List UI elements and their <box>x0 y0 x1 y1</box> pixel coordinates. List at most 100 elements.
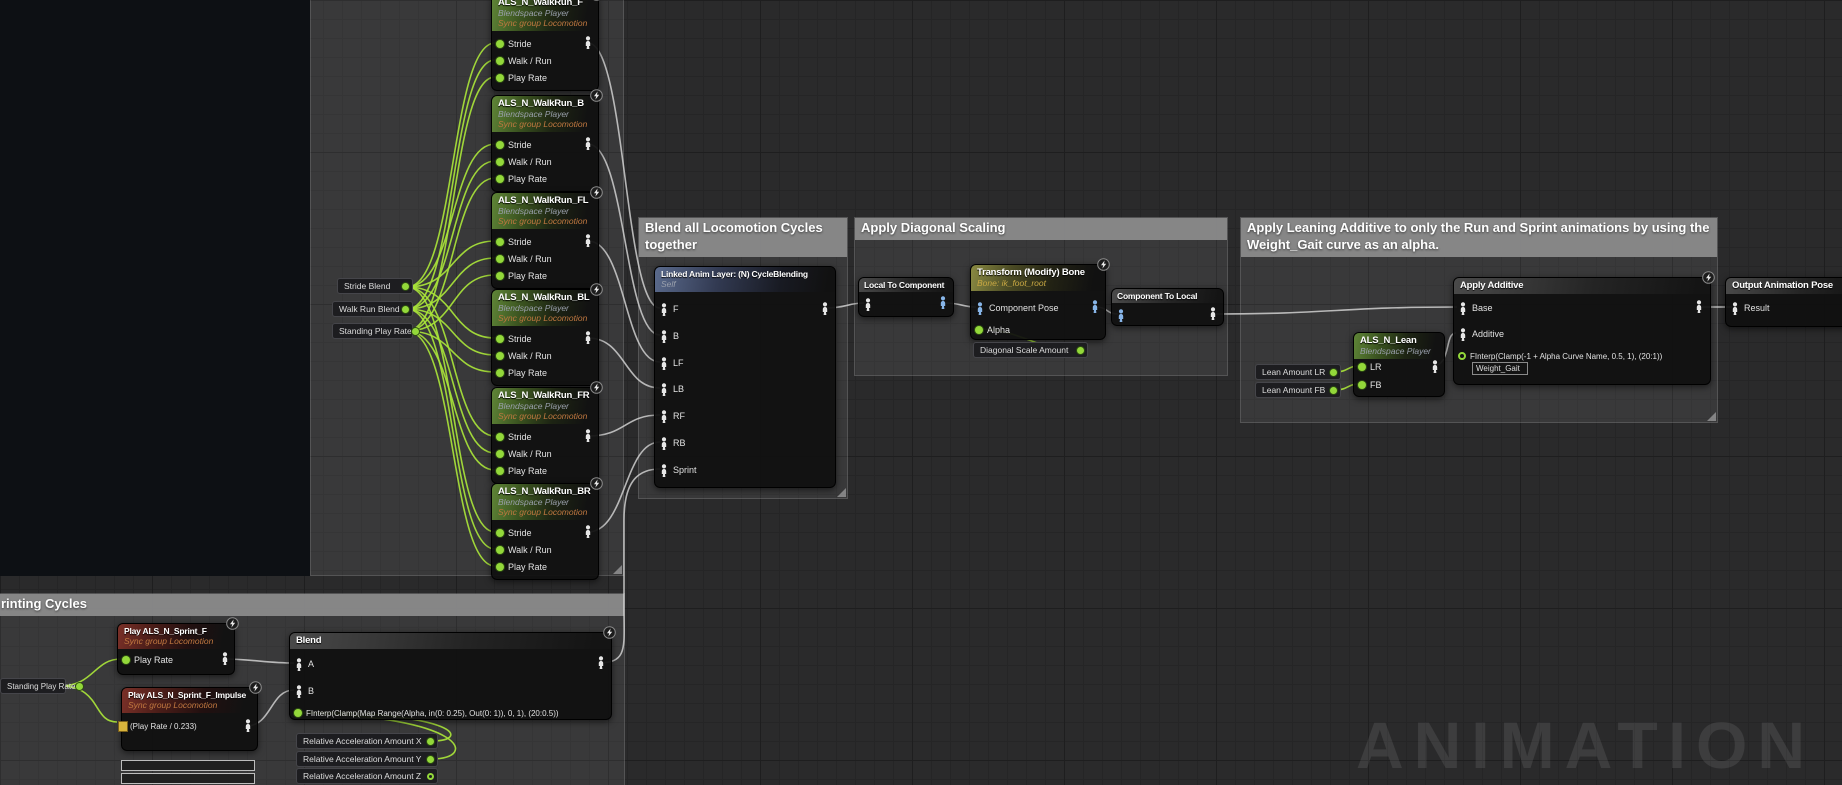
comment-resize-icon[interactable] <box>613 565 622 574</box>
var-node-standing-play-rate[interactable]: Standing Play Rate <box>332 323 413 339</box>
pose-output-pin[interactable] <box>583 331 593 344</box>
float-output-pin[interactable] <box>427 756 434 763</box>
node-als-n-walkrun-fr[interactable]: ALS_N_WalkRun_FR Blendspace Player Sync … <box>491 387 599 484</box>
float-input-pin[interactable] <box>1458 352 1466 360</box>
var-node-relative-acceleration-y[interactable]: Relative Acceleration Amount Y <box>296 751 438 767</box>
float-input-pin[interactable] <box>1358 381 1366 389</box>
node-als-n-walkrun-fl[interactable]: ALS_N_WalkRun_FL Blendspace Player Sync … <box>491 192 599 289</box>
float-input-pin[interactable] <box>496 546 504 554</box>
float-input-pin[interactable] <box>496 175 504 183</box>
pose-input-pin[interactable] <box>863 298 873 311</box>
node-als-n-walkrun-f[interactable]: ALS_N_WalkRun_F Blendspace Player Sync g… <box>491 0 599 91</box>
pose-input-pin[interactable] <box>1730 302 1740 315</box>
var-node-relative-acceleration-z[interactable]: Relative Acceleration Amount Z <box>296 768 438 784</box>
float-input-pin[interactable] <box>496 74 504 82</box>
comment-resize-icon[interactable] <box>837 488 846 497</box>
node-linked-anim-layer[interactable]: Linked Anim Layer: (N) CycleBlending Sel… <box>654 266 836 488</box>
float-input-pin[interactable] <box>496 433 504 441</box>
pose-output-pin[interactable] <box>938 296 948 309</box>
comment-resize-icon[interactable] <box>1707 412 1716 421</box>
pose-input-pin[interactable] <box>294 658 304 671</box>
pose-input-pin[interactable] <box>659 383 669 396</box>
comment-title[interactable]: Blend all Locomotion Cycles together <box>639 218 847 257</box>
animation-graph-canvas[interactable]: Blend all Locomotion Cycles together App… <box>0 0 1842 785</box>
comment-title[interactable]: Apply Leaning Additive to only the Run a… <box>1241 218 1717 257</box>
pose-input-pin[interactable] <box>1458 302 1468 315</box>
pose-input-pin[interactable] <box>1116 309 1126 322</box>
node-output-animation-pose[interactable]: Output Animation Pose Result <box>1725 277 1842 327</box>
pose-input-pin[interactable] <box>1458 328 1468 341</box>
pose-output-pin[interactable] <box>1430 360 1440 373</box>
float-input-pin[interactable] <box>1358 363 1366 371</box>
float-input-pin[interactable] <box>496 352 504 360</box>
float-input-pin[interactable] <box>975 326 983 334</box>
float-output-pin[interactable] <box>427 773 434 780</box>
pose-output-pin[interactable] <box>220 652 230 665</box>
node-als-n-walkrun-br[interactable]: ALS_N_WalkRun_BR Blendspace Player Sync … <box>491 483 599 580</box>
float-output-pin[interactable] <box>402 306 409 313</box>
node-als-n-walkrun-b[interactable]: ALS_N_WalkRun_B Blendspace Player Sync g… <box>491 95 599 192</box>
var-node-walk-run-blend[interactable]: Walk Run Blend <box>332 301 413 317</box>
float-input-pin[interactable] <box>122 656 130 664</box>
pose-output-pin[interactable] <box>583 36 593 49</box>
pose-input-pin[interactable] <box>659 303 669 316</box>
float-output-pin[interactable] <box>1077 347 1084 354</box>
pose-input-pin[interactable] <box>659 464 669 477</box>
pose-output-pin[interactable] <box>243 719 253 732</box>
var-node-stride-blend[interactable]: Stride Blend <box>337 278 413 294</box>
float-output-pin[interactable] <box>1330 369 1337 376</box>
var-node-lean-amount-fb[interactable]: Lean Amount FB <box>1255 382 1341 398</box>
float-output-pin[interactable] <box>412 328 419 335</box>
var-node-diagonal-scale-amount[interactable]: Diagonal Scale Amount <box>973 342 1088 358</box>
float-output-pin[interactable] <box>76 683 83 690</box>
float-output-pin[interactable] <box>1330 387 1337 394</box>
pose-output-pin[interactable] <box>1208 307 1218 320</box>
var-node-relative-acceleration-x[interactable]: Relative Acceleration Amount X <box>296 733 438 749</box>
float-input-pin[interactable] <box>496 57 504 65</box>
var-node-lean-amount-lr[interactable]: Lean Amount LR <box>1255 364 1341 380</box>
pose-output-pin[interactable] <box>583 137 593 150</box>
float-output-pin[interactable] <box>427 738 434 745</box>
curve-name-field[interactable]: Weight_Gait <box>1472 362 1528 375</box>
node-blend[interactable]: Blend A B FInterp(Clamp(Map Range(Alpha,… <box>289 632 612 720</box>
pose-output-pin[interactable] <box>583 525 593 538</box>
float-input-pin[interactable] <box>496 272 504 280</box>
float-input-pin[interactable] <box>496 563 504 571</box>
float-input-pin[interactable] <box>496 529 504 537</box>
pose-input-pin[interactable] <box>659 437 669 450</box>
float-input-pin[interactable] <box>496 141 504 149</box>
float-input-pin[interactable] <box>496 255 504 263</box>
float-input-pin[interactable] <box>496 450 504 458</box>
pose-output-pin[interactable] <box>1694 300 1704 313</box>
comment-title[interactable]: Apply Diagonal Scaling <box>855 218 1227 240</box>
float-input-pin[interactable] <box>496 335 504 343</box>
float-input-pin[interactable] <box>496 238 504 246</box>
pose-output-pin[interactable] <box>596 656 606 669</box>
float-input-pin[interactable] <box>496 467 504 475</box>
pose-output-pin[interactable] <box>583 234 593 247</box>
float-input-pin[interactable] <box>496 158 504 166</box>
var-node-standing-play-rate-2[interactable]: Standing Play Rate <box>0 678 66 694</box>
node-als-n-walkrun-bl[interactable]: ALS_N_WalkRun_BL Blendspace Player Sync … <box>491 289 599 386</box>
pose-input-pin[interactable] <box>659 410 669 423</box>
pose-output-pin[interactable] <box>1090 300 1100 313</box>
float-output-pin[interactable] <box>402 283 409 290</box>
node-play-als-n-sprint-f-impulse[interactable]: Play ALS_N_Sprint_F_Impulse Sync group L… <box>121 687 258 751</box>
pose-output-pin[interactable] <box>820 302 830 315</box>
pose-output-pin[interactable] <box>583 429 593 442</box>
play-rate-input-pin[interactable] <box>118 721 128 732</box>
float-input-pin[interactable] <box>496 369 504 377</box>
node-transform-modify-bone[interactable]: Transform (Modify) Bone Bone: ik_foot_ro… <box>970 264 1106 340</box>
node-play-als-n-sprint-f[interactable]: Play ALS_N_Sprint_F Sync group Locomotio… <box>117 623 235 675</box>
node-als-n-lean[interactable]: ALS_N_Lean Blendspace Player LR FB <box>1353 332 1445 397</box>
float-input-pin[interactable] <box>294 709 302 717</box>
node-component-to-local[interactable]: Component To Local <box>1111 288 1224 326</box>
node-apply-additive[interactable]: Apply Additive Base Additive FInterp(Cla… <box>1453 277 1711 385</box>
comment-title[interactable]: rinting Cycles <box>0 594 624 616</box>
pose-input-pin[interactable] <box>975 302 985 315</box>
pose-input-pin[interactable] <box>659 330 669 343</box>
float-input-pin[interactable] <box>496 40 504 48</box>
pose-input-pin[interactable] <box>294 685 304 698</box>
node-local-to-component[interactable]: Local To Component <box>858 277 954 317</box>
pose-input-pin[interactable] <box>659 357 669 370</box>
